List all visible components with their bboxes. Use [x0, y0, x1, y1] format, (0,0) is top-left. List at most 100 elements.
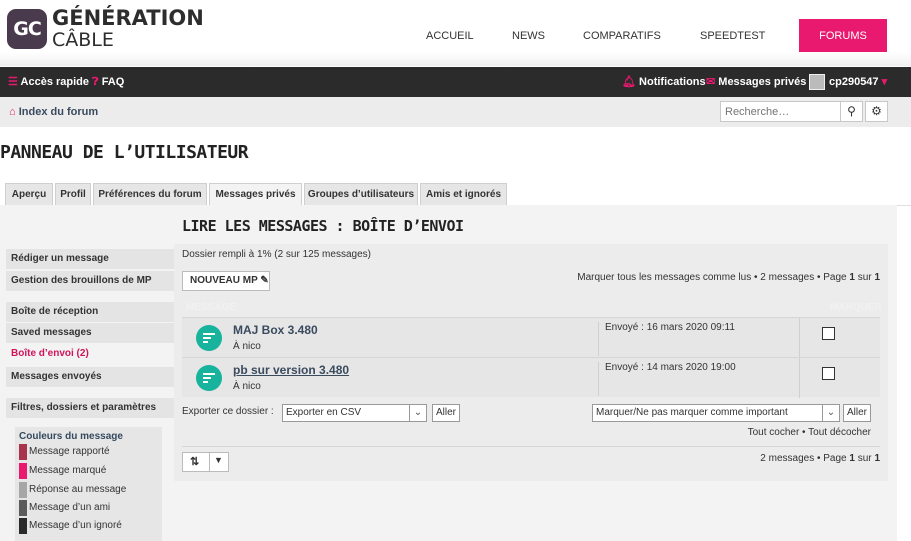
- unread-message-icon: [196, 365, 222, 391]
- private-messages-link[interactable]: ✉ Messages privés: [706, 67, 806, 97]
- logo-text-line2[interactable]: CÂBLE: [52, 29, 114, 51]
- forum-navbar: ☰ Accès rapide ❓︎ FAQ 🔔︎ Notifications ✉…: [0, 67, 911, 97]
- export-go-button[interactable]: Aller: [432, 404, 460, 422]
- page-of: sur: [857, 272, 872, 283]
- logo-badge[interactable]: GC: [7, 9, 47, 49]
- export-format-select[interactable]: Exporter en CSV ⌄: [282, 404, 427, 422]
- mark-go-button[interactable]: Aller: [843, 404, 871, 422]
- legend-label: Message rapporté: [29, 446, 110, 457]
- tab-profil[interactable]: Profil: [55, 183, 91, 205]
- message-count: 2 messages: [760, 453, 815, 464]
- message-checkbox[interactable]: [822, 367, 835, 380]
- colors-title: Couleurs du message: [19, 431, 123, 442]
- quick-access-label: Accès rapide: [20, 76, 90, 88]
- bell-icon: 🔔︎: [622, 76, 636, 88]
- folder-quota: Dossier rempli à 1% (2 sur 125 messages): [182, 249, 371, 260]
- faq-label: FAQ: [101, 76, 125, 88]
- home-icon: ⌂: [9, 106, 16, 118]
- sidebar-item-saved[interactable]: Saved messages: [6, 323, 175, 343]
- page-total: 1: [874, 453, 880, 464]
- mark-all-read-link[interactable]: Marquer tous les messages comme lus: [577, 272, 751, 283]
- legend-label: Réponse au message: [29, 484, 127, 495]
- logo-text-line1[interactable]: GÉNÉRATION: [52, 6, 204, 30]
- message-subject[interactable]: MAJ Box 3.480: [233, 323, 318, 337]
- new-pm-button[interactable]: NOUVEAU MP ✎: [182, 271, 270, 291]
- tab-preferences[interactable]: Préférences du forum: [93, 183, 207, 205]
- mark-action-select[interactable]: Marquer/Ne pas marquer comme important ⌄: [592, 404, 840, 422]
- page-total: 1: [874, 272, 880, 283]
- breadcrumb-index: Index du forum: [18, 106, 99, 118]
- list-header: MESSAGE MARQUER: [182, 299, 882, 317]
- swatch-reported: [19, 444, 27, 460]
- private-messages-label: Messages privés: [718, 76, 807, 88]
- nav-comparatifs[interactable]: COMPARATIFS: [583, 19, 661, 53]
- user-menu[interactable]: cp290547 ▾: [809, 67, 887, 97]
- pagination-top: Marquer tous les messages comme lus • 2 …: [577, 272, 880, 283]
- sidebar-item-compose[interactable]: Rédiger un message: [6, 249, 175, 269]
- page-current: 1: [849, 272, 855, 283]
- nav-speedtest[interactable]: SPEEDTEST: [700, 19, 765, 53]
- col-mark: MARQUER: [830, 302, 882, 313]
- export-label: Exporter ce dossier :: [182, 406, 274, 417]
- message-row[interactable]: pb sur version 3.480 À nico Envoyé : 14 …: [182, 357, 880, 398]
- button-divider: [209, 453, 210, 471]
- message-recipient: À nico: [233, 381, 261, 392]
- search-input[interactable]: [720, 101, 841, 122]
- message-checkbox[interactable]: [822, 327, 835, 340]
- hamburger-icon: ☰: [8, 76, 18, 88]
- message-count: 2 messages: [760, 272, 815, 283]
- page-prefix: Page: [823, 453, 847, 464]
- sidebar-item-sent[interactable]: Messages envoyés: [6, 367, 175, 387]
- message-subject[interactable]: pb sur version 3.480: [233, 363, 349, 377]
- col-message: MESSAGE: [186, 302, 237, 313]
- page-title: PANNEAU DE L’UTILISATEUR: [0, 142, 249, 163]
- breadcrumb[interactable]: ⌂ Index du forum: [9, 97, 98, 127]
- nav-accueil[interactable]: ACCUEIL: [426, 19, 474, 53]
- page-current: 1: [849, 453, 855, 464]
- sidebar-item-inbox[interactable]: Boîte de réception: [6, 302, 175, 322]
- message-colors-legend: Couleurs du message Message rapporté Mes…: [15, 427, 162, 541]
- header-shadow: [0, 52, 911, 66]
- message-sent-date: Envoyé : 16 mars 2020 09:11: [598, 322, 799, 356]
- column-divider: [799, 318, 800, 358]
- tab-groupes[interactable]: Groupes d’utilisateurs: [304, 183, 418, 205]
- check-all-link[interactable]: Tout cocher: [748, 427, 800, 438]
- pagination-bottom: 2 messages • Page 1 sur 1: [760, 453, 880, 464]
- tab-apercu[interactable]: Aperçu: [5, 183, 53, 205]
- inbox-icon: ✉: [706, 76, 716, 88]
- notifications-link[interactable]: 🔔︎ Notifications: [622, 67, 706, 97]
- gear-icon: ⚙: [871, 104, 882, 118]
- tab-amis[interactable]: Amis et ignorés: [420, 183, 507, 205]
- legend-marked: Message marqué: [19, 463, 106, 479]
- message-row[interactable]: MAJ Box 3.480 À nico Envoyé : 16 mars 20…: [182, 317, 880, 358]
- swatch-ignored: [19, 518, 27, 534]
- sidebar-item-outbox[interactable]: Boîte d’envoi (2): [6, 344, 175, 364]
- list-bottom-divider: [182, 446, 880, 447]
- export-select-value: Exporter en CSV: [286, 407, 362, 418]
- legend-label: Message marqué: [29, 465, 107, 476]
- legend-reported: Message rapporté: [19, 444, 110, 460]
- faq-link[interactable]: ❓︎ FAQ: [92, 67, 124, 97]
- sort-options-button[interactable]: ⇅ ▼: [182, 452, 229, 472]
- legend-replied: Réponse au message: [19, 482, 126, 498]
- search-button[interactable]: ⚲: [840, 101, 863, 122]
- column-divider: [799, 358, 800, 398]
- legend-friend: Message d’un ami: [19, 500, 110, 516]
- message-sent-date: Envoyé : 14 mars 2020 19:00: [598, 362, 799, 396]
- uncheck-all-link[interactable]: Tout décocher: [808, 427, 871, 438]
- quick-access-menu[interactable]: ☰ Accès rapide: [8, 67, 89, 97]
- search-icon: ⚲: [847, 104, 856, 118]
- username-label: cp290547: [829, 76, 879, 88]
- nav-news[interactable]: NEWS: [512, 19, 545, 53]
- sidebar-item-drafts[interactable]: Gestion des brouillons de MP: [6, 271, 175, 291]
- swatch-replied: [19, 482, 27, 498]
- swatch-marked: [19, 463, 27, 479]
- notifications-label: Notifications: [639, 76, 706, 88]
- caret-down-icon: ▾: [881, 76, 888, 88]
- mark-select-value: Marquer/Ne pas marquer comme important: [596, 407, 788, 418]
- advanced-search-button[interactable]: ⚙: [865, 101, 888, 122]
- legend-ignored: Message d’un ignoré: [19, 518, 122, 534]
- tab-messages-prives[interactable]: Messages privés: [209, 183, 302, 206]
- nav-forums[interactable]: FORUMS: [799, 19, 887, 53]
- sidebar-item-filters[interactable]: Filtres, dossiers et paramètres: [6, 398, 175, 418]
